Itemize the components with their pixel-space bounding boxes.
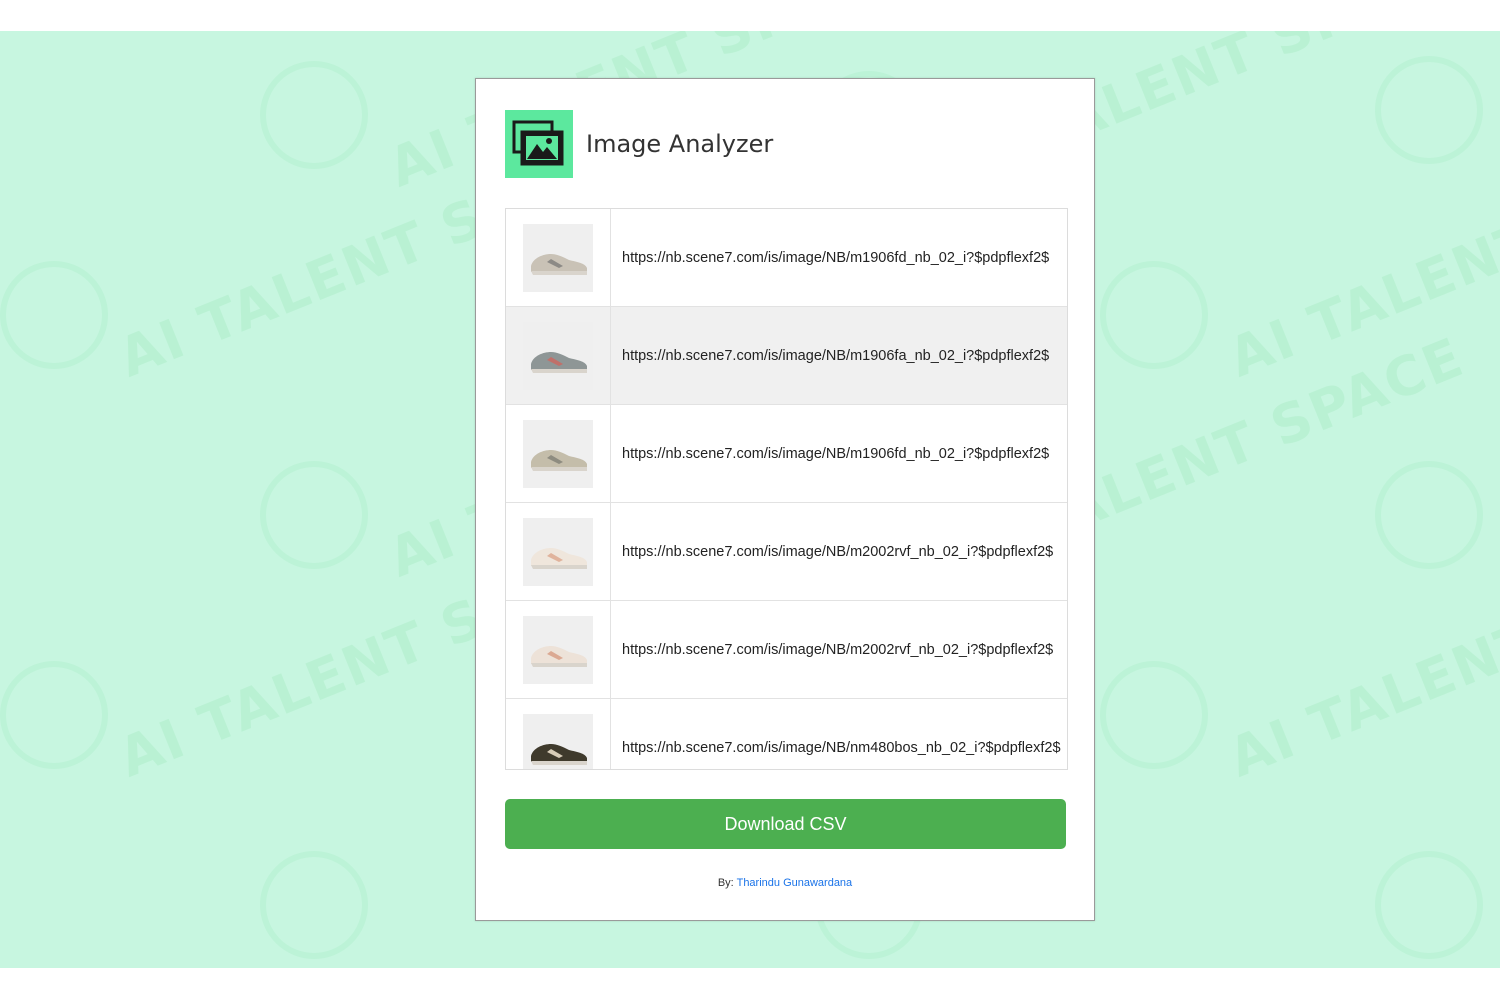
image-url: https://nb.scene7.com/is/image/NB/m2002r… — [622, 641, 1054, 658]
watermark-logo-icon — [0, 661, 108, 769]
thumbnail-cell — [506, 209, 611, 306]
shoe-thumbnail-image — [523, 419, 593, 488]
popup-header: Image Analyzer — [505, 110, 773, 178]
image-gallery-icon — [505, 110, 573, 178]
download-csv-button[interactable]: Download CSV — [505, 799, 1066, 849]
author-link[interactable]: Tharindu Gunawardana — [737, 877, 853, 889]
credit-prefix: By: — [717, 877, 734, 889]
shoe-thumbnail-image — [523, 223, 593, 292]
image-list[interactable]: https://nb.scene7.com/is/image/NB/m1906f… — [505, 208, 1068, 770]
image-row[interactable]: https://nb.scene7.com/is/image/NB/m1906f… — [506, 405, 1067, 503]
watermark-logo-icon — [1375, 461, 1483, 569]
thumbnail-cell — [506, 405, 611, 502]
watermark-logo-icon — [260, 851, 368, 959]
image-url: https://nb.scene7.com/is/image/NB/m1906f… — [622, 445, 1050, 462]
app-title: Image Analyzer — [586, 130, 774, 158]
image-row[interactable]: https://nb.scene7.com/is/image/NB/m1906f… — [506, 209, 1067, 307]
thumbnail-cell — [506, 601, 611, 698]
shoe-thumbnail-image — [523, 714, 593, 769]
watermark-logo-icon — [1100, 661, 1208, 769]
thumbnail-cell — [506, 503, 611, 600]
image-url: https://nb.scene7.com/is/image/NB/m2002r… — [622, 543, 1054, 560]
image-row[interactable]: https://nb.scene7.com/is/image/NB/nm480b… — [506, 699, 1067, 769]
image-row[interactable]: https://nb.scene7.com/is/image/NB/m1906f… — [506, 307, 1067, 405]
image-row[interactable]: https://nb.scene7.com/is/image/NB/m2002r… — [506, 601, 1067, 699]
thumbnail-cell — [506, 699, 611, 769]
watermark-logo-icon — [260, 61, 368, 169]
image-url: https://nb.scene7.com/is/image/NB/m1906f… — [622, 347, 1050, 364]
watermark-text: AI TALENT SPACE — [1220, 525, 1500, 790]
thumbnail-cell — [506, 307, 611, 404]
watermark-logo-icon — [260, 461, 368, 569]
watermark-logo-icon — [1375, 56, 1483, 164]
image-row[interactable]: https://nb.scene7.com/is/image/NB/m2002r… — [506, 503, 1067, 601]
watermark-logo-icon — [1375, 851, 1483, 959]
shoe-thumbnail-image — [523, 517, 593, 586]
image-url: https://nb.scene7.com/is/image/NB/m1906f… — [622, 249, 1050, 266]
shoe-thumbnail-image — [523, 321, 593, 390]
extension-popup: Image Analyzer https://nb.scene7.com/is/… — [475, 78, 1095, 921]
image-url: https://nb.scene7.com/is/image/NB/nm480b… — [622, 740, 1061, 756]
watermark-logo-icon — [0, 261, 108, 369]
shoe-thumbnail-image — [523, 615, 593, 684]
author-credit: By: Tharindu Gunawardana — [476, 877, 1094, 889]
watermark-logo-icon — [1100, 261, 1208, 369]
